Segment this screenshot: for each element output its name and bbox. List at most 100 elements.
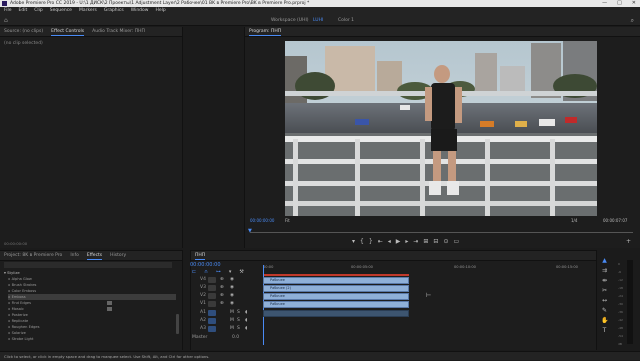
linked-selection-icon[interactable]: ⊶ bbox=[216, 269, 221, 275]
effect-item[interactable]: ▫ Strobe Light bbox=[8, 336, 33, 342]
menu-markers[interactable]: Markers bbox=[79, 7, 97, 15]
clip-a1[interactable] bbox=[263, 310, 409, 317]
track-target-toggle[interactable] bbox=[208, 293, 216, 299]
lock-icon[interactable]: ⊕ bbox=[220, 277, 224, 282]
eye-icon[interactable]: ◉ bbox=[230, 293, 234, 298]
voiceover-icon[interactable]: ◖ bbox=[245, 318, 247, 323]
tab-source[interactable]: Source: (no clips) bbox=[4, 27, 43, 36]
track-label[interactable]: A3 bbox=[200, 326, 206, 331]
home-icon[interactable]: ⌂ bbox=[4, 17, 8, 24]
tab-effect-controls[interactable]: Effect Controls bbox=[51, 27, 85, 36]
clip-v1[interactable]: Рабочее bbox=[263, 301, 409, 308]
overwrite-icon[interactable]: ⊟ bbox=[433, 238, 438, 247]
menu-window[interactable]: Window bbox=[131, 7, 149, 15]
menu-graphics[interactable]: Graphics bbox=[104, 7, 124, 15]
pen-tool-icon[interactable]: ✎ bbox=[601, 307, 608, 314]
step-forward-icon[interactable]: ▸ bbox=[405, 238, 408, 247]
settings-wrench-icon[interactable]: ⚒ bbox=[239, 269, 243, 275]
menu-clip[interactable]: Clip bbox=[34, 7, 43, 15]
solo-icon[interactable]: S bbox=[237, 326, 240, 331]
track-label[interactable]: A1 bbox=[200, 310, 206, 315]
add-marker-icon[interactable]: ▾ bbox=[229, 269, 232, 275]
razor-tool-icon[interactable]: ✂ bbox=[601, 287, 608, 294]
voiceover-icon[interactable]: ◖ bbox=[245, 326, 247, 331]
track-target-toggle[interactable] bbox=[208, 301, 216, 307]
menu-sequence[interactable]: Sequence bbox=[50, 7, 72, 15]
effects-search-input[interactable] bbox=[4, 262, 172, 268]
eye-icon[interactable]: ◉ bbox=[230, 277, 234, 282]
track-label[interactable]: V3 bbox=[200, 285, 206, 290]
program-timecode[interactable]: 00:00:00:00 bbox=[250, 218, 274, 223]
tab-effects[interactable]: Effects bbox=[86, 251, 103, 260]
voiceover-icon[interactable]: ◖ bbox=[245, 310, 247, 315]
eye-icon[interactable]: ◉ bbox=[230, 285, 234, 290]
workspace-tab[interactable]: Workspace (UHI) bbox=[271, 17, 309, 24]
ripple-edit-tool-icon[interactable]: ⇹ bbox=[601, 277, 608, 284]
menu-edit[interactable]: Edit bbox=[19, 7, 28, 15]
track-label[interactable]: V4 bbox=[200, 277, 206, 282]
maximize-button[interactable]: □ bbox=[617, 0, 622, 7]
master-volume-value[interactable]: 0.0 bbox=[232, 335, 239, 340]
out-point-icon[interactable]: } bbox=[369, 238, 373, 247]
mute-icon[interactable]: M bbox=[230, 318, 234, 323]
selection-tool-icon[interactable]: ▲ bbox=[601, 257, 608, 264]
marker-icon[interactable]: ▾ bbox=[352, 238, 355, 247]
mute-icon[interactable]: M bbox=[230, 310, 234, 315]
mute-icon[interactable]: M bbox=[230, 326, 234, 331]
resolution-dropdown[interactable]: 1/4 bbox=[571, 218, 577, 223]
clip-v3[interactable]: Рабочее (2) bbox=[263, 285, 409, 292]
go-to-in-icon[interactable]: ⇤ bbox=[378, 238, 383, 247]
menu-file[interactable]: File bbox=[4, 7, 12, 15]
hand-tool-icon[interactable]: ✋ bbox=[601, 317, 608, 324]
lock-icon[interactable]: ⊕ bbox=[220, 301, 224, 306]
track-target-toggle-active[interactable] bbox=[208, 326, 216, 332]
close-button[interactable]: ✕ bbox=[632, 0, 636, 7]
clip-v4[interactable]: Рабочее bbox=[263, 277, 409, 284]
search-icon[interactable]: ⌕ bbox=[631, 17, 634, 25]
effects-scrollbar[interactable] bbox=[176, 314, 179, 334]
menu-help[interactable]: Help bbox=[155, 7, 165, 15]
type-tool-icon[interactable]: T bbox=[601, 327, 608, 334]
tab-audio-track-mixer[interactable]: Audio Track Mixer: ПНП bbox=[92, 27, 145, 36]
insert-icon[interactable]: ⊞ bbox=[423, 238, 428, 247]
tab-info[interactable]: Info bbox=[70, 251, 79, 260]
nest-icon[interactable]: ⊏ bbox=[192, 269, 196, 275]
workspace-tab-active[interactable]: LUHI bbox=[313, 17, 323, 24]
effect-item-selected[interactable]: ▫ Emboss bbox=[8, 294, 176, 300]
track-label[interactable]: V1 bbox=[200, 301, 206, 306]
track-target-toggle-active[interactable] bbox=[208, 310, 216, 316]
tab-sequence[interactable]: ПНП bbox=[195, 251, 206, 260]
slip-tool-icon[interactable]: ↔ bbox=[601, 297, 608, 304]
minimize-button[interactable]: — bbox=[602, 0, 607, 7]
folder-stylize[interactable]: ▾ Stylize bbox=[4, 270, 20, 275]
tab-history[interactable]: History bbox=[110, 251, 126, 260]
solo-icon[interactable]: S bbox=[237, 318, 240, 323]
eye-icon[interactable]: ◉ bbox=[230, 301, 234, 306]
solo-icon[interactable]: S bbox=[237, 310, 240, 315]
program-timeruler[interactable] bbox=[250, 229, 633, 233]
step-back-icon[interactable]: ◂ bbox=[388, 238, 391, 247]
track-label[interactable]: A2 bbox=[200, 318, 206, 323]
track-target-toggle[interactable] bbox=[208, 285, 216, 291]
comparison-icon[interactable]: ▭ bbox=[453, 238, 459, 247]
clip-v2[interactable]: Рабочее bbox=[263, 293, 409, 300]
track-target-toggle-active[interactable] bbox=[208, 318, 216, 324]
add-button-icon[interactable]: + bbox=[626, 238, 631, 245]
fit-dropdown[interactable]: Fit bbox=[285, 218, 290, 223]
export-frame-icon[interactable]: ⊙ bbox=[443, 238, 448, 247]
go-to-out-icon[interactable]: ⇥ bbox=[413, 238, 418, 247]
tab-project[interactable]: Project: 8K в Premiere Pro bbox=[4, 251, 62, 260]
effect-controls-timecode[interactable]: 00:00:00:00 bbox=[4, 241, 27, 246]
workspace-tab[interactable]: Color 1 bbox=[338, 17, 354, 24]
tab-program[interactable]: Program: ПНП bbox=[249, 27, 282, 36]
in-point-icon[interactable]: { bbox=[360, 238, 364, 247]
playhead-icon[interactable]: ▼ bbox=[248, 228, 253, 234]
track-select-tool-icon[interactable]: ⇉ bbox=[601, 267, 608, 274]
track-label[interactable]: V2 bbox=[200, 293, 206, 298]
snap-icon[interactable]: ∩ bbox=[204, 269, 208, 275]
lock-icon[interactable]: ⊕ bbox=[220, 293, 224, 298]
play-icon[interactable]: ▶ bbox=[396, 238, 401, 247]
track-target-toggle[interactable] bbox=[208, 277, 216, 283]
lock-icon[interactable]: ⊕ bbox=[220, 285, 224, 290]
timeline-timecode[interactable]: 00:00:00:00 bbox=[190, 262, 221, 268]
